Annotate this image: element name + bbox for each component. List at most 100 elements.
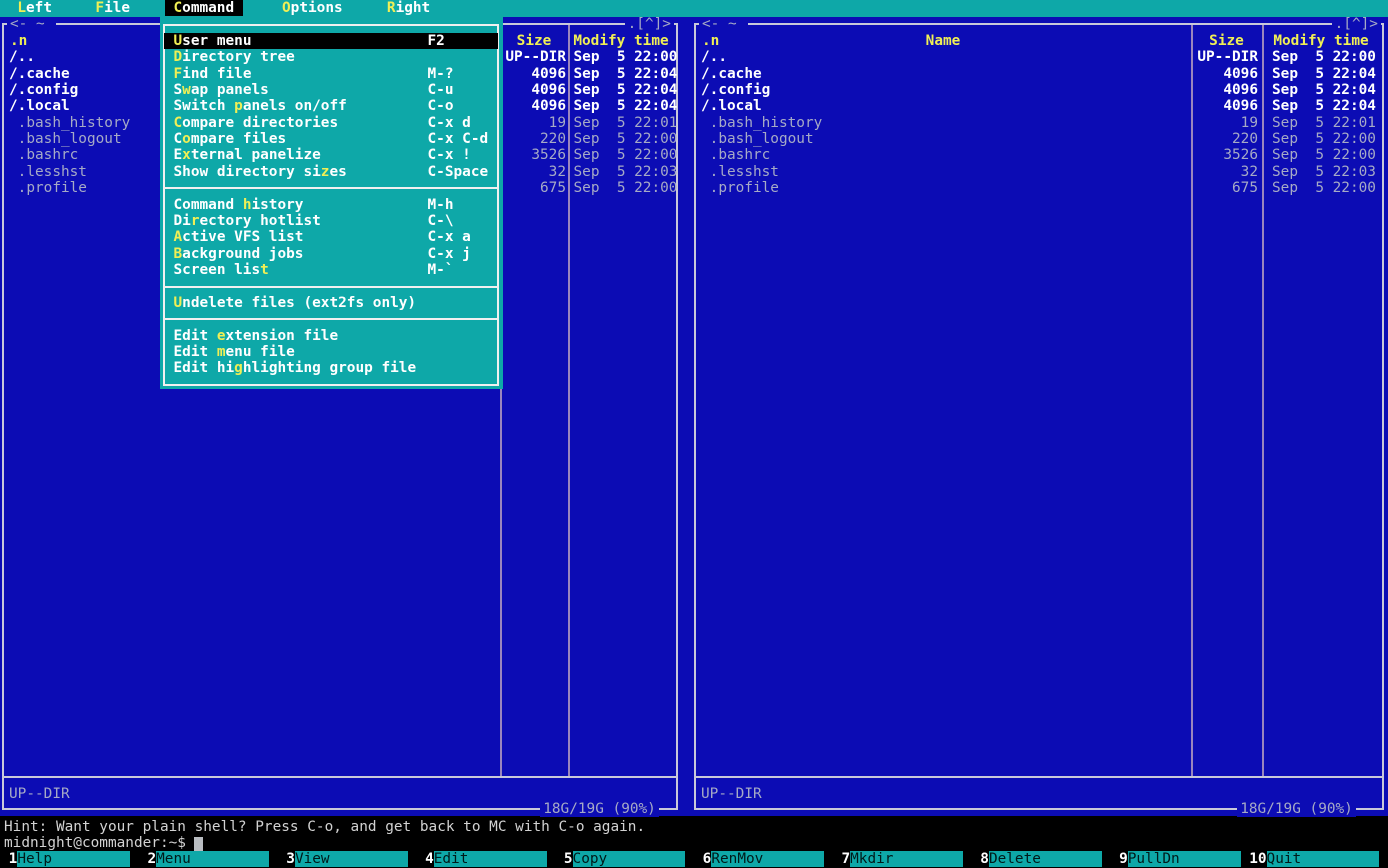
menu-item-compare-files[interactable]: Compare filesC-x C-d [164, 131, 498, 147]
panel-right-file-row-name[interactable]: .bash_history [701, 115, 822, 131]
panel-right-file-row-name[interactable]: /.config [701, 82, 770, 98]
panel-right-file-row-name[interactable]: /.cache [701, 66, 762, 82]
fkey-6-renmov[interactable]: 6RenMov [694, 851, 833, 868]
menu-item-user-menu[interactable]: User menuF2 [164, 33, 498, 49]
shell-prompt[interactable]: midnight@commander:~$ [4, 835, 186, 851]
panel-right-file-row-mtime: Sep 5 22:00 [1272, 49, 1376, 65]
panel-left-file-row-mtime: Sep 5 22:00 [574, 180, 678, 196]
menu-item-command-history[interactable]: Command historyM-h [164, 197, 498, 213]
panel-left-file-row-name[interactable]: /.config [9, 82, 78, 98]
menu-separator [163, 286, 499, 288]
menubar-item-right[interactable]: Right [387, 0, 430, 16]
panel-left-file-row-name[interactable]: /.. [9, 49, 35, 65]
fkey-4-edit[interactable]: 4Edit [416, 851, 555, 868]
menubar-item-command[interactable]: Command [165, 0, 243, 16]
panel-left-header-size[interactable]: Size [517, 33, 552, 49]
menu-item-label: Find file [174, 66, 252, 82]
menu-item-label: Directory tree [174, 49, 295, 65]
panel-left-file-row-name[interactable]: /.cache [9, 66, 70, 82]
panel-right-file-row-mtime: Sep 5 22:00 [1272, 131, 1376, 147]
panel-left-file-row-name[interactable]: .bashrc [9, 147, 78, 163]
menu-item-compare-directories[interactable]: Compare directories C-x d [164, 115, 498, 131]
hotkey-letter: w [182, 82, 191, 98]
fkey-number: 4 [416, 851, 433, 867]
panel-left-file-row-mtime: Sep 5 22:04 [574, 98, 678, 114]
panel-right-ministatus: UP--DIR [701, 786, 762, 802]
fkey-3-view[interactable]: 3View [278, 851, 417, 868]
label-text: Di [174, 213, 191, 229]
menu-item-active-vfs-list[interactable]: Active VFS listC-x a [164, 229, 498, 245]
hotkey-letter: p [234, 98, 243, 114]
menu-item-label: External panelize [174, 147, 321, 163]
fkey-1-help[interactable]: 1Help [0, 851, 139, 868]
label-text: C [174, 131, 183, 147]
menu-item-directory-tree[interactable]: Directory tree [164, 49, 498, 65]
menu-item-edit-menu-file[interactable]: Edit menu file [164, 344, 498, 360]
fkey-9-pulldn[interactable]: 9PullDn [1110, 851, 1249, 868]
label-text: Screen lis [174, 262, 261, 278]
menubar-item-left[interactable]: Left [17, 0, 52, 16]
panel-right-file-row-mtime: Sep 5 22:03 [1272, 164, 1376, 180]
label-text: Edit [174, 328, 217, 344]
menu-item-external-panelize[interactable]: External panelizeC-x ! [164, 147, 498, 163]
menu-item-label: Compare directories [174, 115, 339, 131]
hint-line: Hint: Want your plain shell? Press C-o, … [4, 819, 645, 835]
menubar-item-file[interactable]: File [95, 0, 130, 16]
fkey-number: 1 [0, 851, 17, 867]
panel-right-file-row-name[interactable]: .profile [701, 180, 779, 196]
fkey-label: RenMov [711, 851, 824, 867]
fkey-label: Help [17, 851, 130, 867]
fkey-2-menu[interactable]: 2Menu [139, 851, 278, 868]
panel-right-title[interactable]: <- ~ [699, 16, 748, 32]
panel-left-file-row-name[interactable]: .bash_logout [9, 131, 122, 147]
menu-item-edit-extension-file[interactable]: Edit extension file [164, 328, 498, 344]
hotkey-letter: U [174, 295, 183, 311]
panel-right-header-name[interactable]: Name [926, 33, 961, 49]
panel-right-file-row-size: 32 [1118, 164, 1258, 180]
panel-right-file-row-name[interactable]: .bashrc [701, 147, 770, 163]
panel-left-file-row-name[interactable]: .lesshst [9, 164, 87, 180]
panel-right-file-row-name[interactable]: /.. [701, 49, 727, 65]
fkey-10-quit[interactable]: 10Quit [1249, 851, 1388, 868]
panel-left-file-row-name[interactable]: /.local [9, 98, 70, 114]
menu-item-switch-panels-on-off[interactable]: Switch panels on/offC-o [164, 98, 498, 114]
menu-item-shortcut: C-x a [428, 229, 471, 245]
panel-right-file-row-name[interactable]: /.local [701, 98, 762, 114]
menu-item-find-file[interactable]: Find file M-? [164, 66, 498, 82]
panel-left-file-row-mtime: Sep 5 22:00 [574, 49, 678, 65]
menu-item-directory-hotlist[interactable]: Directory hotlistC-\ [164, 213, 498, 229]
panel-left-title[interactable]: <- ~ [7, 16, 56, 32]
panel-left-header-mtime[interactable]: Modify time [573, 33, 668, 49]
menu-item-undelete-files[interactable]: Undelete files (ext2fs only) [164, 295, 498, 311]
hotkey-letter: O [282, 0, 291, 16]
panel-right-header-mtime[interactable]: Modify time [1273, 33, 1368, 49]
fkey-8-delete[interactable]: 8Delete [972, 851, 1111, 868]
menu-item-shortcut: M-? [428, 66, 454, 82]
panel-right-file-row-name[interactable]: .bash_logout [701, 131, 814, 147]
panel-right-corner-controls[interactable]: .[^]> [1332, 16, 1381, 32]
hotkey-letter: F [174, 66, 183, 82]
menu-item-screen-list[interactable]: Screen listM-` [164, 262, 498, 278]
panel-left-sort-indicator: .n [10, 33, 27, 49]
menu-item-shortcut: C-\ [428, 213, 454, 229]
label-text: enu file [226, 344, 295, 360]
panel-left-corner-controls[interactable]: .[^]> [625, 16, 674, 32]
function-key-bar: 1Help2Menu3View4Edit5Copy6RenMov7Mkdir8D… [0, 851, 1388, 868]
panel-left-file-row-name[interactable]: .bash_history [9, 115, 130, 131]
menu-item-show-directory-sizes[interactable]: Show directory sizesC-Space [164, 164, 498, 180]
panel-right-ministatus-separator [696, 776, 1382, 778]
panel-right-header-size[interactable]: Size [1209, 33, 1244, 49]
menu-item-shortcut: C-x d [428, 115, 471, 131]
menu-item-edit-highlighting-group-file[interactable]: Edit highlighting group file [164, 360, 498, 376]
menu-item-background-jobs[interactable]: Background jobsC-x j [164, 246, 498, 262]
fkey-label: Menu [156, 851, 269, 867]
panel-left-file-row-name[interactable]: .profile [9, 180, 87, 196]
label-text: irectory tree [182, 49, 295, 65]
menubar-item-options[interactable]: Options [282, 0, 343, 16]
panel-right-file-row-name[interactable]: .lesshst [701, 164, 779, 180]
fkey-7-mkdir[interactable]: 7Mkdir [833, 851, 972, 868]
menu-item-swap-panels[interactable]: Swap panelsC-u [164, 82, 498, 98]
label-text: ackground jobs [182, 246, 303, 262]
menu-item-shortcut: C-x C-d [428, 131, 489, 147]
fkey-5-copy[interactable]: 5Copy [555, 851, 694, 868]
